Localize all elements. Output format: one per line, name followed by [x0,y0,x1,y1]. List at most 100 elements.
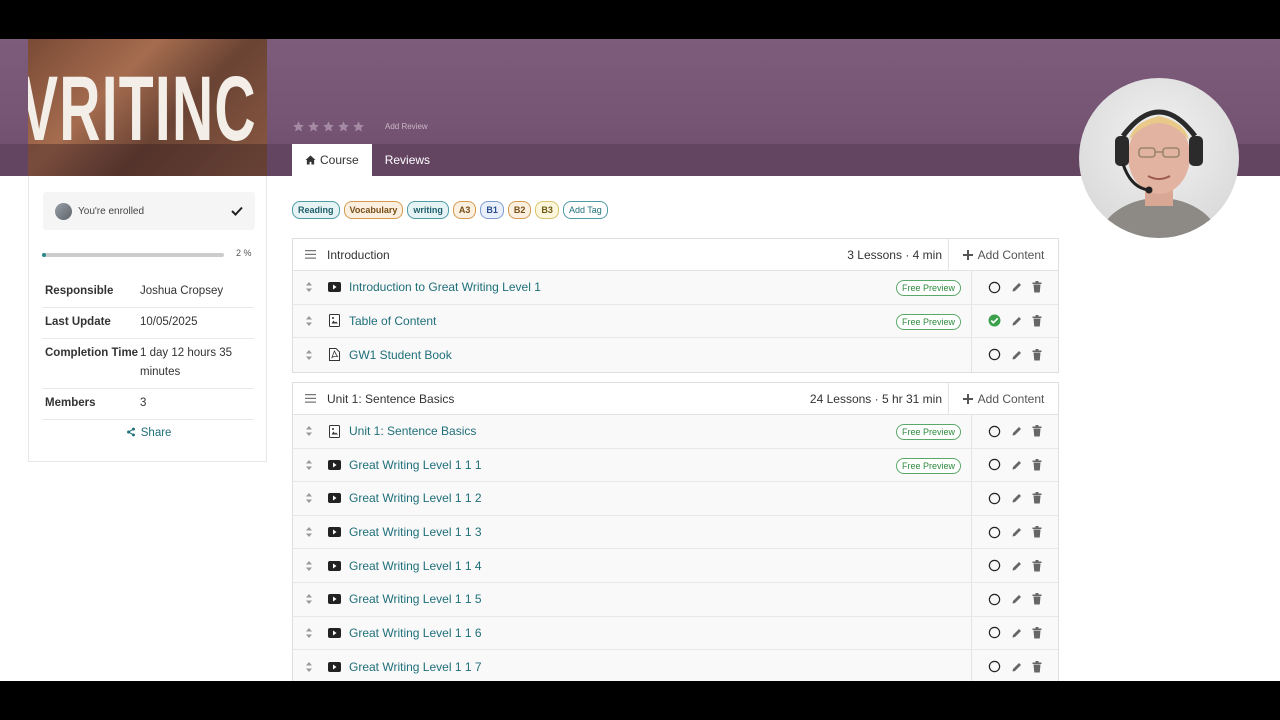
add-review-link[interactable]: Add Review [385,122,428,131]
lesson-title-link[interactable]: Great Writing Level 1 1 6 [349,626,971,640]
drag-handle-icon[interactable] [305,593,313,605]
info-row: Responsible Joshua Cropsey [42,277,254,308]
tag[interactable]: A3 [452,201,477,219]
tag[interactable]: writing [407,201,449,219]
pencil-icon[interactable] [1011,492,1023,504]
drag-handle-icon[interactable] [305,425,313,437]
trash-icon[interactable] [1032,458,1042,471]
completed-check-icon[interactable] [988,314,1001,327]
incomplete-circle-icon[interactable] [988,281,1001,294]
drag-handle-icon[interactable] [305,526,313,538]
drag-handle[interactable] [293,627,325,639]
incomplete-circle-icon[interactable] [988,425,1001,438]
drag-handle[interactable] [293,492,325,504]
trash-icon[interactable] [1032,593,1042,605]
free-preview-cell: Free Preview [895,457,971,474]
drag-handle[interactable] [293,425,325,437]
trash-icon[interactable] [1032,492,1042,504]
incomplete-circle-icon[interactable] [988,458,1001,471]
lesson-actions [971,415,1058,448]
section-menu-icon[interactable] [293,250,327,259]
trash-icon[interactable] [1032,626,1042,639]
add-content-label: Add Content [977,247,1045,262]
free-preview-badge: Free Preview [895,424,961,441]
share-button[interactable]: Share [29,427,268,439]
drag-handle-icon[interactable] [305,349,313,361]
drag-handle[interactable] [293,459,325,471]
tag[interactable]: B3 [535,201,559,219]
tag[interactable]: B2 [507,201,532,219]
lesson-title-link[interactable]: Table of Content [349,314,896,328]
star-icon[interactable] [337,120,350,133]
drag-handle[interactable] [293,560,325,572]
trash-icon[interactable] [1032,526,1042,538]
lesson-title-link[interactable]: Great Writing Level 1 1 4 [349,559,971,573]
drag-handle[interactable] [293,315,325,327]
star-icon[interactable] [352,120,365,133]
section-menu-icon[interactable] [293,394,327,403]
drag-handle-icon[interactable] [305,315,313,327]
incomplete-circle-icon[interactable] [988,492,1001,505]
lesson-type [325,661,343,672]
lesson-title-link[interactable]: Unit 1: Sentence Basics [349,424,896,438]
video-icon [327,282,341,293]
add-content-button[interactable]: Add Content [948,239,1058,270]
add-tag-button[interactable]: Add Tag [562,201,608,219]
trash-icon[interactable] [1032,281,1042,293]
lesson-title-link[interactable]: Great Writing Level 1 1 3 [349,525,971,539]
star-icon[interactable] [307,120,320,133]
pencil-icon[interactable] [1011,459,1023,471]
tab-reviews[interactable]: Reviews [372,144,443,176]
pencil-icon[interactable] [1011,281,1023,293]
lesson-title-link[interactable]: Great Writing Level 1 1 1 [349,458,896,472]
drag-handle[interactable] [293,593,325,605]
pencil-icon[interactable] [1011,526,1023,538]
star-icon[interactable] [292,120,305,133]
trash-icon[interactable] [1032,314,1042,327]
pencil-icon[interactable] [1011,627,1023,639]
lesson-title-link[interactable]: Great Writing Level 1 1 7 [349,660,971,674]
trash-icon[interactable] [1032,348,1042,361]
pencil-icon[interactable] [1011,661,1023,673]
pencil-icon[interactable] [1011,560,1023,572]
avatar [55,202,72,220]
drag-handle-icon[interactable] [305,627,313,639]
drag-handle-icon[interactable] [305,661,313,673]
incomplete-circle-icon[interactable] [988,348,1001,361]
tag[interactable]: Vocabulary [343,201,404,219]
tag[interactable]: Reading [292,201,340,219]
trash-icon[interactable] [1032,559,1042,572]
incomplete-circle-icon[interactable] [988,593,1001,606]
drag-handle-icon[interactable] [305,281,313,293]
incomplete-circle-icon[interactable] [988,526,1001,539]
lesson-title-link[interactable]: Great Writing Level 1 1 5 [349,592,971,606]
tab-reviews-label: Reviews [384,153,431,167]
lesson-type [325,560,343,571]
trash-icon[interactable] [1032,425,1042,437]
course-cover-image: VRITINC [28,39,267,176]
incomplete-circle-icon[interactable] [988,626,1001,639]
lesson-title-link[interactable]: GW1 Student Book [349,348,971,362]
drag-handle-icon[interactable] [305,492,313,504]
lesson-title-link[interactable]: Introduction to Great Writing Level 1 [349,280,896,294]
drag-handle-icon[interactable] [305,459,313,471]
pencil-icon[interactable] [1011,315,1023,327]
lesson-title-link[interactable]: Great Writing Level 1 1 2 [349,491,971,505]
drag-handle-icon[interactable] [305,560,313,572]
trash-icon[interactable] [1032,660,1042,673]
add-content-button[interactable]: Add Content [948,383,1058,414]
lesson-type [325,627,343,638]
drag-handle[interactable] [293,349,325,361]
pencil-icon[interactable] [1011,425,1023,437]
tab-course[interactable]: Course [292,144,372,176]
drag-handle[interactable] [293,281,325,293]
pencil-icon[interactable] [1011,593,1023,605]
drag-handle[interactable] [293,661,325,673]
pencil-icon[interactable] [1011,349,1023,361]
info-row: Last Update 10/05/2025 [42,308,254,339]
tag[interactable]: B1 [480,201,504,219]
drag-handle[interactable] [293,526,325,538]
star-icon[interactable] [322,120,335,133]
incomplete-circle-icon[interactable] [988,559,1001,572]
incomplete-circle-icon[interactable] [988,660,1001,673]
